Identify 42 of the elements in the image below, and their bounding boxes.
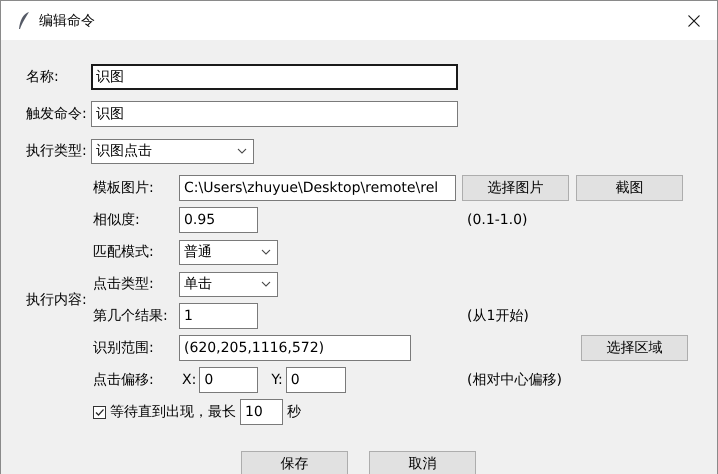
button[interactable]: 选择图片 <box>462 175 569 201</box>
checkbox-label: 等待直到出现，最长 <box>110 403 236 421</box>
unit-label: 秒 <box>287 403 301 421</box>
input-field[interactable]: (620,205,1116,572) <box>179 335 411 361</box>
field-label: X: <box>182 372 196 388</box>
field-label: 匹配模式: <box>93 243 155 261</box>
field-label: 模板图片: <box>93 179 155 197</box>
hint-text: (从1开始) <box>466 307 529 325</box>
input-field[interactable]: 1 <box>179 303 258 329</box>
button[interactable]: 保存 <box>241 451 348 474</box>
checkbox[interactable] <box>93 406 106 418</box>
chevron-icon <box>237 148 247 154</box>
input-field[interactable]: 0 <box>199 367 258 393</box>
input-field[interactable]: 识图 <box>91 101 458 127</box>
hint-text: (相对中心偏移) <box>466 371 562 389</box>
button[interactable]: 截图 <box>576 175 683 201</box>
field-label: 相似度: <box>93 211 141 229</box>
feather-icon <box>17 10 31 30</box>
field-label: 第几个结果: <box>93 307 169 325</box>
button[interactable]: 选择区域 <box>581 335 688 361</box>
hint-text: (0.1-1.0) <box>466 212 528 228</box>
field-label: 识别范围: <box>93 339 155 357</box>
input-field[interactable]: 0.95 <box>179 207 258 233</box>
field-label: 名称: <box>26 68 60 86</box>
dropdown[interactable]: 单击 <box>179 272 278 296</box>
close-icon <box>688 14 700 26</box>
input-field[interactable]: C:\Users\zhuyue\Desktop\remote\rel <box>179 175 456 201</box>
input-field[interactable]: 0 <box>286 367 346 393</box>
window-title: 编辑命令 <box>39 12 96 30</box>
field-label: 点击偏移: <box>93 371 155 389</box>
field-label: 点击类型: <box>93 275 155 293</box>
chevron-icon <box>261 281 271 287</box>
input-field[interactable]: 10 <box>240 399 283 425</box>
chevron-icon <box>261 249 271 255</box>
field-label: 触发命令: <box>26 105 88 123</box>
dropdown[interactable]: 识图点击 <box>91 138 254 164</box>
dropdown[interactable]: 普通 <box>179 240 278 264</box>
field-label: 执行内容: <box>26 291 88 309</box>
field-label: Y: <box>271 372 283 388</box>
input-field[interactable]: 识图 <box>91 64 458 90</box>
button[interactable]: 取消 <box>369 451 476 474</box>
field-label: 执行类型: <box>26 142 88 160</box>
